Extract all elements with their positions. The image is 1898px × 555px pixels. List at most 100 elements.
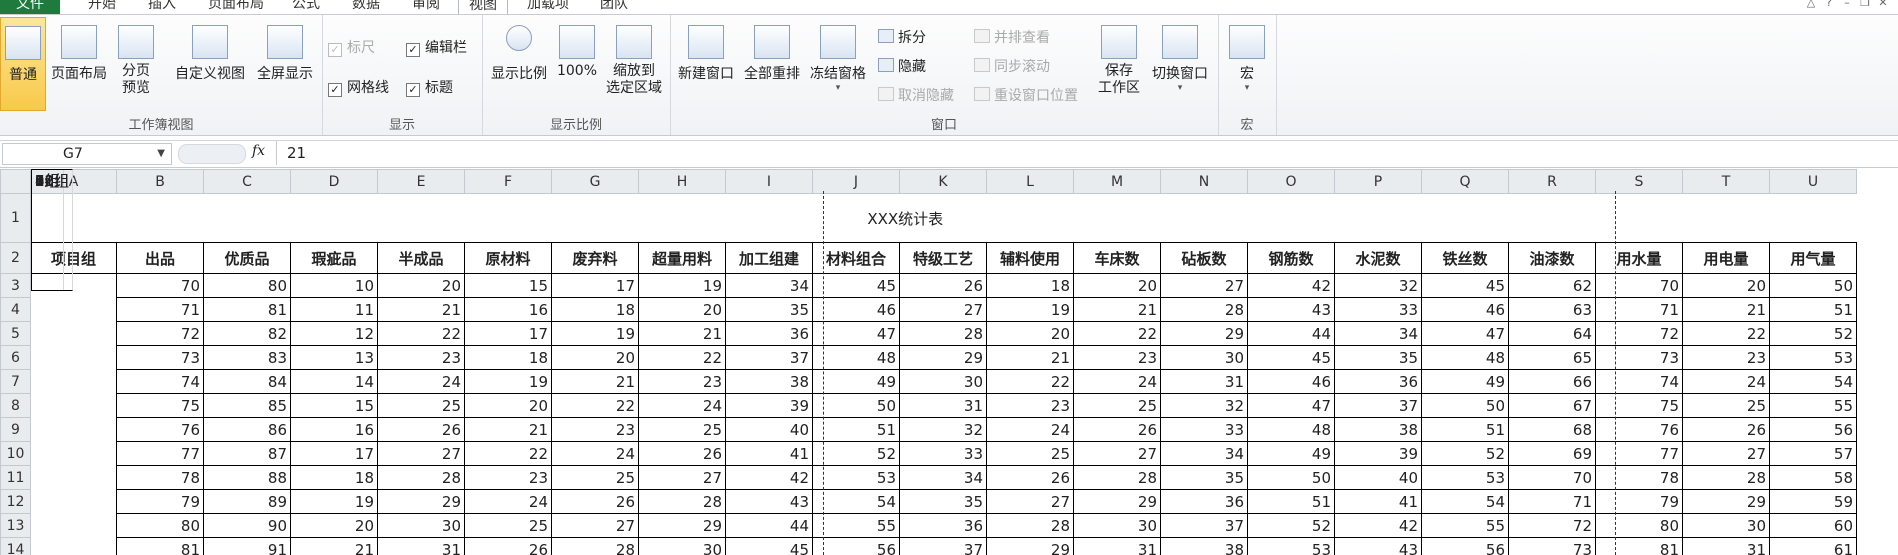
cell[interactable]: 26 (1682, 417, 1770, 442)
column-header-K[interactable]: K (899, 169, 987, 194)
cell[interactable]: 73 (116, 345, 204, 370)
cell[interactable]: 89 (203, 489, 291, 514)
restore-icon[interactable]: ❐ (1856, 0, 1874, 9)
cell[interactable]: 55 (1421, 513, 1509, 538)
cell[interactable]: 21 (986, 345, 1074, 370)
cell[interactable]: 70 (1595, 273, 1683, 298)
cell[interactable]: 50 (812, 393, 900, 418)
cell[interactable]: 25 (551, 465, 639, 490)
column-header-O[interactable]: O (1247, 169, 1335, 194)
tab-2[interactable]: 插入 (138, 0, 186, 14)
cell[interactable]: 22 (551, 393, 639, 418)
cell[interactable]: 17 (551, 273, 639, 298)
cell[interactable]: 35 (1334, 345, 1422, 370)
cell[interactable]: 21 (464, 417, 552, 442)
cell[interactable]: 37 (725, 345, 813, 370)
cell[interactable]: 25 (986, 441, 1074, 466)
cell[interactable]: 17 (464, 321, 552, 346)
cell[interactable]: 27 (1073, 441, 1161, 466)
cell[interactable]: 18 (464, 345, 552, 370)
cell[interactable]: 73 (1508, 537, 1596, 555)
header-cell[interactable]: 砧板数 (1160, 242, 1248, 274)
column-header-H[interactable]: H (638, 169, 726, 194)
cell[interactable]: 34 (725, 273, 813, 298)
column-header-D[interactable]: D (290, 169, 378, 194)
cell[interactable]: 51 (812, 417, 900, 442)
column-header-J[interactable]: J (812, 169, 900, 194)
help-icon[interactable]: ? (1820, 0, 1838, 9)
ruler-checkbox[interactable]: ✓ 标尺 (328, 37, 375, 57)
cell[interactable]: 78 (1595, 465, 1683, 490)
row-header[interactable]: 12 (0, 489, 31, 514)
column-header-Q[interactable]: Q (1421, 169, 1509, 194)
cell[interactable]: 38 (725, 369, 813, 394)
cell[interactable]: 72 (116, 321, 204, 346)
cell[interactable]: 30 (1160, 345, 1248, 370)
cell[interactable]: 64 (1508, 321, 1596, 346)
cell[interactable]: 27 (377, 441, 465, 466)
cell[interactable]: 25 (464, 513, 552, 538)
cell[interactable]: 11 (290, 297, 378, 322)
cell[interactable]: 20 (464, 393, 552, 418)
header-cell[interactable]: 加工组建 (725, 242, 813, 274)
cell[interactable]: 28 (638, 489, 726, 514)
cell[interactable]: 27 (986, 489, 1074, 514)
column-header-B[interactable]: B (116, 169, 204, 194)
column-header-G[interactable]: G (551, 169, 639, 194)
cell[interactable]: 53 (1421, 465, 1509, 490)
cell[interactable]: 30 (638, 537, 726, 555)
cell[interactable]: 18 (290, 465, 378, 490)
cell[interactable]: 19 (551, 321, 639, 346)
cell[interactable]: 80 (1595, 513, 1683, 538)
column-header-R[interactable]: R (1508, 169, 1596, 194)
cell[interactable]: 24 (464, 489, 552, 514)
cell[interactable]: 42 (725, 465, 813, 490)
column-header-L[interactable]: L (986, 169, 1074, 194)
row-header[interactable]: 8 (0, 393, 31, 418)
cell[interactable]: 80 (203, 273, 291, 298)
row-header[interactable]: 6 (0, 345, 31, 370)
cell[interactable]: 35 (725, 297, 813, 322)
cell[interactable]: 28 (377, 465, 465, 490)
cell[interactable]: 58 (1769, 465, 1857, 490)
cell[interactable]: 19 (638, 273, 726, 298)
header-cell[interactable]: 材料组合 (812, 242, 900, 274)
cell[interactable]: 56 (1769, 417, 1857, 442)
cell[interactable]: 15 (464, 273, 552, 298)
cell[interactable]: 60 (1769, 513, 1857, 538)
cell[interactable]: 26 (899, 273, 987, 298)
header-cell[interactable]: 特级工艺 (899, 242, 987, 274)
cell[interactable]: 55 (812, 513, 900, 538)
cell[interactable]: 23 (464, 465, 552, 490)
tab-5[interactable]: 数据 (342, 0, 390, 14)
cell[interactable]: 30 (377, 513, 465, 538)
full-screen-button[interactable]: 全屏显示 (252, 17, 318, 109)
cell[interactable]: 27 (899, 297, 987, 322)
row-header[interactable]: 2 (0, 242, 31, 274)
cell[interactable]: 22 (1073, 321, 1161, 346)
cell[interactable]: 32 (899, 417, 987, 442)
normal-view-button[interactable]: 普通 (0, 17, 46, 111)
split-button[interactable]: 拆分 (878, 27, 926, 47)
cell[interactable]: 38 (1334, 417, 1422, 442)
cell[interactable]: 23 (377, 345, 465, 370)
column-header-F[interactable]: F (464, 169, 552, 194)
cell[interactable]: 48 (1421, 345, 1509, 370)
tab-6[interactable]: 审阅 (402, 0, 450, 14)
cell[interactable]: 36 (725, 321, 813, 346)
cell[interactable]: 79 (1595, 489, 1683, 514)
cell[interactable]: 45 (725, 537, 813, 555)
cell[interactable]: 72 (1595, 321, 1683, 346)
zoom-100-button[interactable]: 100% (554, 17, 600, 109)
header-cell[interactable]: 瑕疵品 (290, 242, 378, 274)
cell[interactable]: 16 (290, 417, 378, 442)
zoom-button[interactable]: 显示比例 (488, 17, 550, 109)
cell[interactable]: 76 (1595, 417, 1683, 442)
row-header[interactable]: 4 (0, 297, 31, 322)
cell[interactable]: 33 (1160, 417, 1248, 442)
minimize-ribbon-icon[interactable]: △ (1802, 0, 1820, 9)
cell[interactable]: 40 (725, 417, 813, 442)
custom-view-button[interactable]: 自定义视图 (170, 17, 250, 109)
column-header-C[interactable]: C (203, 169, 291, 194)
cell[interactable]: 61 (1769, 537, 1857, 555)
